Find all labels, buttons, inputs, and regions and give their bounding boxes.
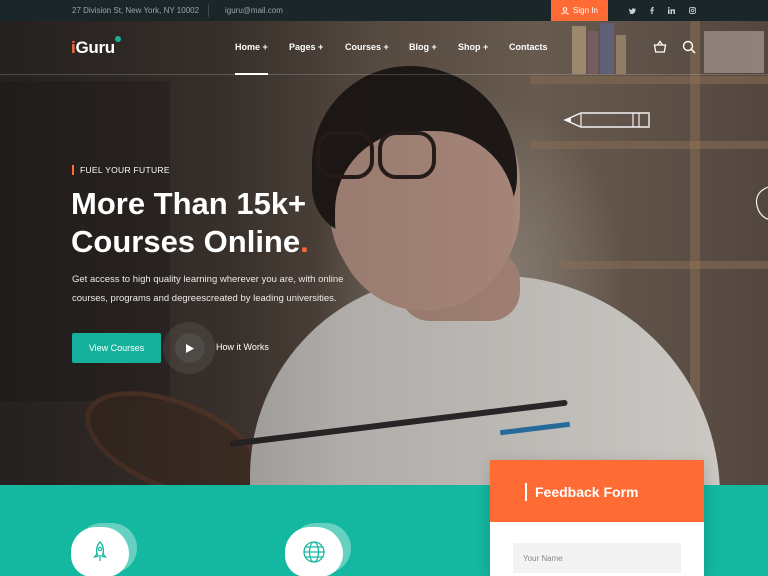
divider	[208, 4, 209, 17]
search-icon[interactable]	[682, 40, 696, 54]
pencil-doodle-icon	[563, 112, 650, 128]
feature-card-globe	[285, 527, 343, 576]
nav-active-indicator	[235, 73, 268, 75]
nav-home[interactable]: Home +	[235, 42, 268, 52]
feedback-form-title: Feedback Form	[525, 483, 638, 501]
how-it-works-link[interactable]: How it Works	[216, 342, 269, 352]
logo-text: Guru	[75, 38, 115, 57]
headline-line-2-text: Courses Online	[71, 224, 301, 259]
headline-line-1: More Than 15k+	[71, 186, 307, 221]
email-link[interactable]: iguru@mail.com	[225, 6, 283, 15]
globe-icon	[303, 541, 325, 563]
logo-dot	[115, 36, 121, 42]
rocket-icon	[93, 541, 107, 561]
sign-in-button[interactable]: Sign In	[551, 0, 608, 21]
view-courses-button[interactable]: View Courses	[72, 333, 161, 363]
hero-subtext-line-2: courses, programs and degreescreated by …	[72, 293, 337, 304]
twitter-icon[interactable]	[626, 5, 638, 16]
headline-line-2: Courses Online.	[71, 223, 431, 261]
nav-pages[interactable]: Pages +	[289, 42, 323, 52]
logo[interactable]: iGuru	[71, 38, 115, 58]
play-button[interactable]	[175, 333, 205, 363]
linkedin-icon[interactable]	[665, 5, 677, 16]
hero-eyebrow: FUEL YOUR FUTURE	[72, 165, 170, 175]
name-field[interactable]	[513, 543, 681, 573]
nav-shop[interactable]: Shop +	[458, 42, 488, 52]
play-icon	[186, 343, 194, 353]
feedback-form-card: Feedback Form	[490, 460, 704, 576]
nav-courses[interactable]: Courses +	[345, 42, 389, 52]
hero-subtext: Get access to high quality learning wher…	[72, 270, 372, 308]
sign-in-label: Sign In	[573, 6, 598, 15]
instagram-icon[interactable]	[686, 5, 698, 16]
facebook-icon[interactable]	[646, 5, 658, 16]
hero-headline: More Than 15k+ Courses Online.	[71, 185, 431, 261]
basket-icon[interactable]	[653, 40, 667, 54]
nav-blog[interactable]: Blog +	[409, 42, 437, 52]
user-icon	[561, 6, 569, 15]
doodle-icon	[755, 186, 768, 220]
headline-dot: .	[300, 224, 309, 259]
address-text: 27 Division St, New York, NY 10002	[72, 6, 200, 15]
top-bar: 27 Division St, New York, NY 10002 iguru…	[0, 0, 768, 21]
feedback-form-header: Feedback Form	[490, 460, 704, 522]
hero-subtext-line-1: Get access to high quality learning wher…	[72, 274, 344, 285]
feature-card-rocket	[71, 527, 129, 576]
nav-contacts[interactable]: Contacts	[509, 42, 548, 52]
